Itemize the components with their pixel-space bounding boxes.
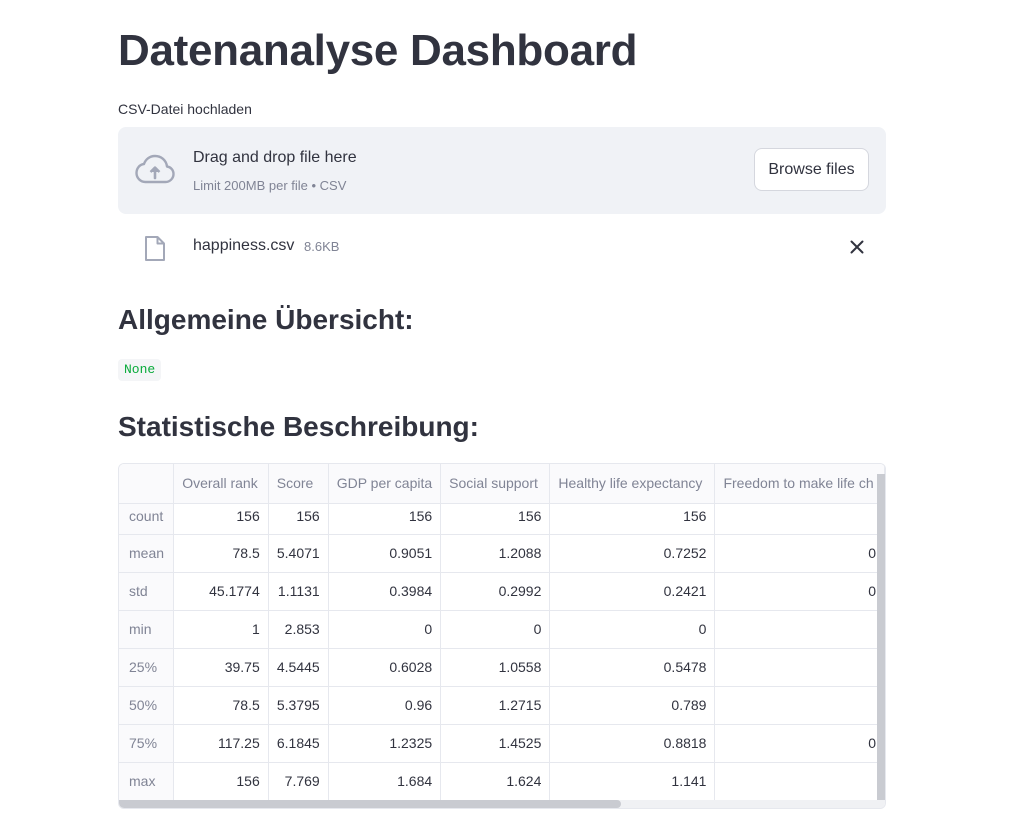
row-label: 75%: [119, 724, 175, 763]
table-row: std 45.1774 1.1131 0.3984 0.2992 0.2421 0: [119, 572, 885, 611]
table-cell[interactable]: [714, 610, 885, 649]
table-cell[interactable]: 0.2421: [549, 572, 716, 611]
browse-files-button[interactable]: Browse files: [754, 148, 869, 191]
table-cell[interactable]: 156: [328, 503, 442, 535]
table-row: 75% 117.25 6.1845 1.2325 1.4525 0.8818 0: [119, 724, 885, 763]
vertical-scrollbar[interactable]: [877, 474, 885, 801]
overview-value: None: [118, 359, 162, 381]
table-cell[interactable]: 0: [328, 610, 442, 649]
row-label: std: [119, 572, 175, 611]
horizontal-scrollbar-thumb[interactable]: [119, 800, 621, 808]
table-cell[interactable]: 6.1845: [268, 724, 329, 763]
stats-heading: Statistische Beschreibung:: [118, 411, 479, 442]
table-cell[interactable]: 1.624: [440, 762, 551, 801]
table-cell[interactable]: 117.25: [173, 724, 269, 763]
table-cell[interactable]: 1.2715: [440, 686, 551, 725]
stats-table: Overall rank Score GDP per capita Social…: [119, 464, 885, 801]
table-cell[interactable]: 5.3795: [268, 686, 329, 725]
table-cell[interactable]: 1.4525: [440, 724, 551, 763]
row-label: 25%: [119, 648, 175, 687]
table-cell[interactable]: 0.6028: [328, 648, 442, 687]
table-row: max 156 7.769 1.684 1.624 1.141: [119, 762, 885, 801]
table-row: min 1 2.853 0 0 0: [119, 610, 885, 649]
table-cell[interactable]: [714, 503, 885, 535]
file-dropzone[interactable]: Drag and drop file here Limit 200MB per …: [118, 127, 886, 214]
table-cell[interactable]: [714, 762, 885, 801]
dropzone-title: Drag and drop file here: [193, 149, 357, 166]
uploaded-file-name: happiness.csv: [193, 237, 295, 254]
table-cell[interactable]: 0.789: [549, 686, 716, 725]
table-cell[interactable]: 78.5: [173, 686, 269, 725]
cloud-upload-icon: [135, 154, 175, 184]
overview-heading: Allgemeine Übersicht:: [118, 304, 414, 335]
table-cell[interactable]: [714, 648, 885, 687]
row-label: mean: [119, 534, 175, 573]
table-cell[interactable]: 7.769: [268, 762, 329, 801]
table-row: 50% 78.5 5.3795 0.96 1.2715 0.789: [119, 686, 885, 725]
uploaded-file-row: happiness.csv 8.6KB: [118, 227, 886, 267]
table-cell[interactable]: 1.2088: [440, 534, 551, 573]
file-icon: [145, 236, 165, 261]
table-row: mean 78.5 5.4071 0.9051 1.2088 0.7252 0: [119, 534, 885, 573]
table-header-row: Overall rank Score GDP per capita Social…: [119, 464, 885, 504]
table-cell[interactable]: 1: [173, 610, 269, 649]
table-corner-cell: [119, 464, 175, 504]
table-row: count 156 156 156 156 156: [119, 503, 885, 535]
table-cell[interactable]: 1.2325: [328, 724, 442, 763]
stats-dataframe[interactable]: Overall rank Score GDP per capita Social…: [118, 463, 886, 809]
column-header[interactable]: GDP per capita: [328, 464, 442, 504]
table-cell[interactable]: 1.684: [328, 762, 442, 801]
column-header[interactable]: Healthy life expectancy: [549, 464, 716, 504]
table-cell[interactable]: 156: [173, 503, 269, 535]
row-label: count: [119, 503, 175, 535]
table-row: 25% 39.75 4.5445 0.6028 1.0558 0.5478: [119, 648, 885, 687]
column-header[interactable]: Social support: [440, 464, 551, 504]
page-title: Datenanalyse Dashboard: [118, 26, 638, 75]
table-cell[interactable]: 0.2992: [440, 572, 551, 611]
column-header[interactable]: Overall rank: [173, 464, 269, 504]
table-cell[interactable]: 39.75: [173, 648, 269, 687]
table-cell[interactable]: 1.0558: [440, 648, 551, 687]
table-cell[interactable]: 0.9051: [328, 534, 442, 573]
table-cell[interactable]: [714, 686, 885, 725]
table-cell[interactable]: 78.5: [173, 534, 269, 573]
uploader-label: CSV-Datei hochladen: [118, 101, 252, 117]
row-label: 50%: [119, 686, 175, 725]
table-cell[interactable]: 156: [173, 762, 269, 801]
row-label: max: [119, 762, 175, 801]
close-icon[interactable]: [847, 237, 867, 257]
table-cell[interactable]: 0.96: [328, 686, 442, 725]
table-cell[interactable]: 5.4071: [268, 534, 329, 573]
table-cell[interactable]: 156: [440, 503, 551, 535]
dropzone-limit: Limit 200MB per file • CSV: [193, 178, 347, 193]
table-cell[interactable]: 0: [440, 610, 551, 649]
table-cell[interactable]: 2.853: [268, 610, 329, 649]
table-cell[interactable]: 156: [268, 503, 329, 535]
table-cell[interactable]: 0.3984: [328, 572, 442, 611]
row-label: min: [119, 610, 175, 649]
table-cell[interactable]: 156: [549, 503, 716, 535]
column-header[interactable]: Freedom to make life ch: [714, 464, 885, 504]
table-cell[interactable]: 1.141: [549, 762, 716, 801]
uploaded-file-size: 8.6KB: [304, 239, 340, 254]
table-cell[interactable]: 0.5478: [549, 648, 716, 687]
table-cell[interactable]: 45.1774: [173, 572, 269, 611]
table-cell[interactable]: 0: [714, 572, 885, 611]
table-cell[interactable]: 0.8818: [549, 724, 716, 763]
column-header[interactable]: Score: [268, 464, 329, 504]
table-cell[interactable]: 0: [714, 724, 885, 763]
table-cell[interactable]: 0: [714, 534, 885, 573]
table-cell[interactable]: 0.7252: [549, 534, 716, 573]
table-cell[interactable]: 4.5445: [268, 648, 329, 687]
table-cell[interactable]: 0: [549, 610, 716, 649]
table-cell[interactable]: 1.1131: [268, 572, 329, 611]
